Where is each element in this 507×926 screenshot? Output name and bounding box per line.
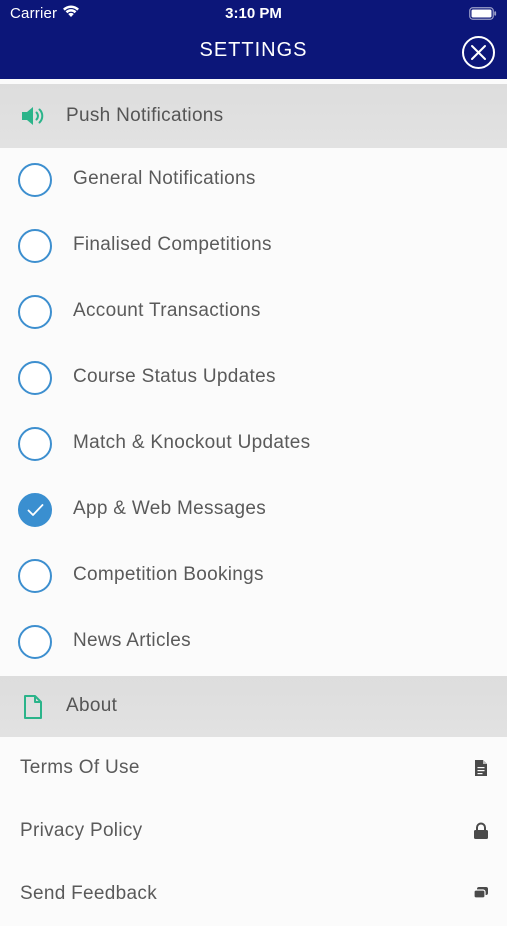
terms-of-use-link[interactable]: Terms Of Use — [0, 737, 507, 800]
toggle-app-web-messages[interactable]: App & Web Messages — [0, 478, 507, 544]
terms-of-use-label: Terms Of Use — [20, 757, 140, 778]
status-bar: Carrier 3:10 PM — [0, 0, 507, 28]
toggle-label: Account Transactions — [73, 300, 261, 321]
document-icon — [475, 760, 487, 776]
toggle-label: Finalised Competitions — [73, 234, 272, 255]
radio-circle[interactable] — [18, 427, 52, 461]
toggle-general-notifications[interactable]: General Notifications — [0, 148, 507, 214]
close-icon — [471, 45, 486, 60]
radio-circle-checked[interactable] — [18, 493, 52, 527]
push-notifications-header: Push Notifications — [0, 84, 507, 148]
checkmark-icon — [27, 504, 44, 516]
status-time: 3:10 PM — [225, 5, 282, 22]
toggle-label: General Notifications — [73, 168, 256, 189]
lock-icon — [474, 822, 488, 839]
radio-circle[interactable] — [18, 229, 52, 263]
privacy-policy-link[interactable]: Privacy Policy — [0, 800, 507, 863]
close-button[interactable] — [462, 36, 495, 69]
radio-circle[interactable] — [18, 163, 52, 197]
radio-circle[interactable] — [18, 559, 52, 593]
chat-icon — [473, 887, 488, 899]
send-feedback-label: Send Feedback — [20, 883, 157, 904]
toggle-label: Course Status Updates — [73, 366, 276, 387]
toggle-course-status-updates[interactable]: Course Status Updates — [0, 346, 507, 412]
radio-circle[interactable] — [18, 361, 52, 395]
push-notifications-title: Push Notifications — [66, 105, 224, 126]
top-bar: Carrier 3:10 PM SETTINGS — [0, 0, 507, 79]
speaker-icon — [22, 107, 44, 125]
toggle-match-knockout-updates[interactable]: Match & Knockout Updates — [0, 412, 507, 478]
battery-icon — [469, 7, 497, 20]
privacy-policy-label: Privacy Policy — [20, 820, 143, 841]
toggle-label: Match & Knockout Updates — [73, 432, 311, 453]
document-icon — [24, 695, 42, 719]
about-header: About — [0, 676, 507, 737]
send-feedback-link[interactable]: Send Feedback — [0, 863, 507, 926]
about-title: About — [66, 695, 118, 716]
toggle-finalised-competitions[interactable]: Finalised Competitions — [0, 214, 507, 280]
toggle-competition-bookings[interactable]: Competition Bookings — [0, 544, 507, 610]
toggle-label: App & Web Messages — [73, 498, 267, 519]
radio-circle[interactable] — [18, 625, 52, 659]
toggle-account-transactions[interactable]: Account Transactions — [0, 280, 507, 346]
toggle-news-articles[interactable]: News Articles — [0, 610, 507, 676]
toggle-label: News Articles — [73, 630, 191, 651]
toggle-label: Competition Bookings — [73, 564, 264, 585]
radio-circle[interactable] — [18, 295, 52, 329]
page-title: SETTINGS — [199, 39, 308, 61]
